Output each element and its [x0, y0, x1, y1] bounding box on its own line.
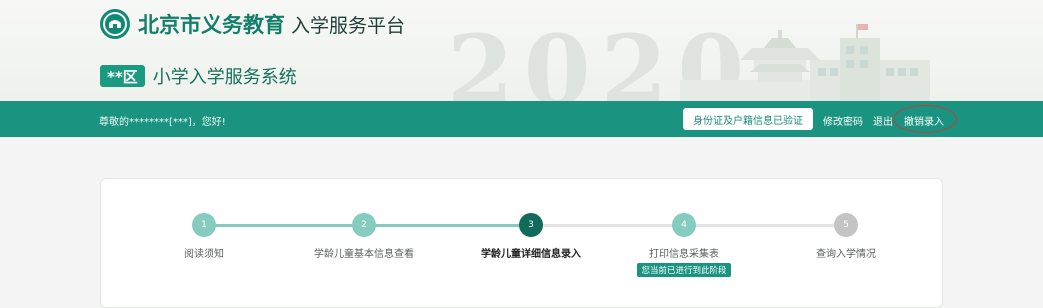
verification-status-badge: 身份证及户籍信息已验证 [683, 108, 813, 130]
step-5: 5 查询入学情况 [781, 213, 911, 260]
step-circle: 1 [192, 213, 216, 237]
school-building-illustration [810, 24, 930, 101]
step-label: 学龄儿童详细信息录入 [481, 249, 581, 260]
current-stage-tag: 您当前已进行到此阶段 [637, 263, 731, 277]
step-label: 打印信息采集表 [649, 249, 719, 260]
step-circle: 2 [352, 213, 376, 237]
platform-subtitle: 入学服务平台 [291, 14, 406, 37]
step-2: 2 学龄儿童基本信息查看 [299, 213, 429, 260]
step-label: 学龄儿童基本信息查看 [314, 249, 414, 260]
progress-card: 1 阅读须知 2 学龄儿童基本信息查看 3 学龄儿童详细信息录入 4 打印信息采… [100, 178, 943, 308]
change-password-link[interactable]: 修改密码 [823, 113, 863, 128]
step-circle: 3 [519, 213, 543, 237]
education-emblem-icon [100, 9, 130, 39]
user-nav-bar: 尊敬的********[***]，您好! 身份证及户籍信息已验证 修改密码 退出… [0, 101, 1043, 137]
platform-logo[interactable]: 北京市义务教育 入学服务平台 [100, 9, 405, 39]
system-title: 小学入学服务系统 [152, 67, 297, 88]
logout-link[interactable]: 退出 [873, 113, 893, 128]
system-title-row: **区 小学入学服务系统 [100, 63, 297, 89]
step-4: 4 打印信息采集表 您当前已进行到此阶段 [619, 213, 749, 277]
step-1: 1 阅读须知 [139, 213, 269, 260]
step-circle: 5 [834, 213, 858, 237]
district-badge: **区 [100, 65, 145, 87]
step-label: 查询入学情况 [816, 249, 876, 260]
step-circle: 4 [672, 213, 696, 237]
highlight-annotation [893, 105, 957, 133]
step-label: 阅读须知 [184, 249, 224, 260]
platform-name: 北京市义务教育 [138, 13, 285, 37]
step-3: 3 学龄儿童详细信息录入 [466, 213, 596, 260]
page-header: 2020 北京市义务教育 入学服务平台 **区 小学入学服务系统 [0, 0, 1043, 101]
user-greeting: 尊敬的********[***]，您好! [99, 117, 226, 128]
